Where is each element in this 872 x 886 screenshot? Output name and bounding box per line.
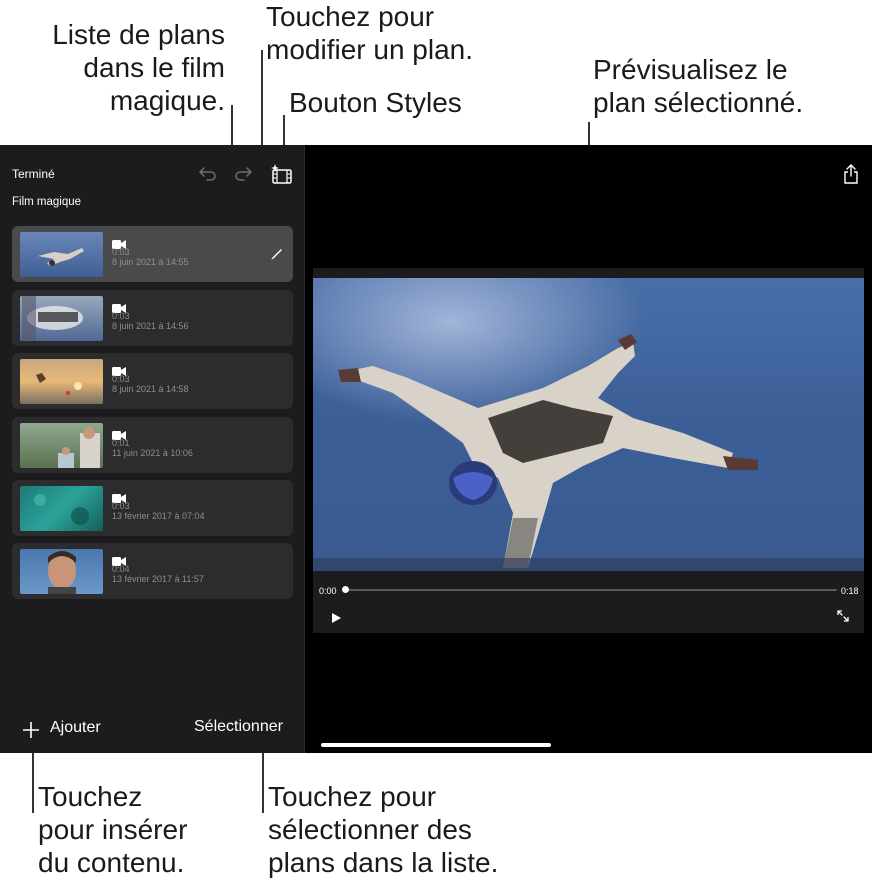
camera-icon: [112, 236, 126, 249]
clip-date: 11 juin 2021 à 10:06: [112, 448, 193, 458]
plus-icon: [22, 721, 40, 739]
done-button[interactable]: Terminé: [12, 167, 55, 181]
pane-divider: [304, 145, 305, 753]
current-time: 0:00: [319, 586, 337, 596]
clip-thumbnail: [20, 549, 103, 594]
home-indicator: [321, 743, 551, 747]
clip-thumbnail: [20, 296, 103, 341]
clip-duration: 0:03: [112, 247, 130, 257]
camera-icon: [112, 490, 126, 503]
callout-insert: Touchez pour insérer du contenu.: [38, 781, 188, 878]
app-screen: Terminé Film magique 0:03 8 juin 2021 à …: [0, 145, 872, 753]
clip-item[interactable]: 0:01 11 juin 2021 à 10:06: [12, 417, 293, 473]
camera-icon: [112, 553, 126, 566]
clip-duration: 0:03: [112, 501, 130, 511]
clip-duration: 0:04: [112, 564, 130, 574]
total-time: 0:18: [841, 586, 859, 596]
clip-thumbnail: [20, 359, 103, 404]
clip-item[interactable]: 0:04 13 février 2017 à 11:57: [12, 543, 293, 599]
clip-date: 8 juin 2021 à 14:58: [112, 384, 189, 394]
redo-icon[interactable]: [233, 164, 253, 182]
select-button[interactable]: Sélectionner: [194, 718, 283, 736]
clip-item[interactable]: 0:03 8 juin 2021 à 14:56: [12, 290, 293, 346]
callout-styles-button: Bouton Styles: [289, 87, 462, 118]
clip-item[interactable]: 0:03 8 juin 2021 à 14:58: [12, 353, 293, 409]
callout-edit-clip: Touchez pour modifier un plan.: [266, 1, 474, 65]
add-label: Ajouter: [50, 719, 101, 736]
video-preview: 0:00 0:18: [313, 268, 864, 633]
movie-title: Film magique: [12, 196, 82, 208]
camera-icon: [112, 427, 126, 440]
clip-duration: 0:01: [112, 438, 130, 448]
fullscreen-icon[interactable]: [836, 609, 850, 623]
clip-date: 13 février 2017 à 07:04: [112, 511, 205, 521]
clip-duration: 0:03: [112, 311, 130, 321]
clip-list-sidebar: Terminé Film magique 0:03 8 juin 2021 à …: [0, 145, 304, 753]
callout-clip-list: Liste de plans dans le film magique.: [52, 19, 225, 116]
clip-thumbnail: [20, 232, 103, 277]
clip-duration: 0:03: [112, 374, 130, 384]
clip-date: 8 juin 2021 à 14:55: [112, 257, 189, 267]
add-button[interactable]: Ajouter: [22, 713, 112, 745]
clip-date: 13 février 2017 à 11:57: [112, 574, 204, 584]
scrubber-handle[interactable]: [342, 586, 349, 593]
play-icon[interactable]: [330, 611, 342, 623]
pencil-icon[interactable]: [270, 246, 284, 260]
sidebar-bottom-bar: Ajouter Sélectionner: [0, 705, 304, 753]
clip-date: 8 juin 2021 à 14:56: [112, 321, 189, 331]
callout-select: Touchez pour sélectionner des plans dans…: [268, 781, 499, 878]
preview-frame[interactable]: [313, 278, 864, 571]
undo-icon[interactable]: [198, 164, 218, 182]
scrubber-track[interactable]: [345, 589, 837, 591]
styles-icon[interactable]: [270, 163, 294, 185]
callout-preview: Prévisualisez le plan sélectionné.: [593, 54, 804, 118]
clip-item[interactable]: 0:03 13 février 2017 à 07:04: [12, 480, 293, 536]
clip-thumbnail: [20, 423, 103, 468]
camera-icon: [112, 363, 126, 376]
clip-thumbnail: [20, 486, 103, 531]
clip-item[interactable]: 0:03 8 juin 2021 à 14:55: [12, 226, 293, 282]
camera-icon: [112, 300, 126, 313]
share-icon[interactable]: [843, 164, 859, 184]
